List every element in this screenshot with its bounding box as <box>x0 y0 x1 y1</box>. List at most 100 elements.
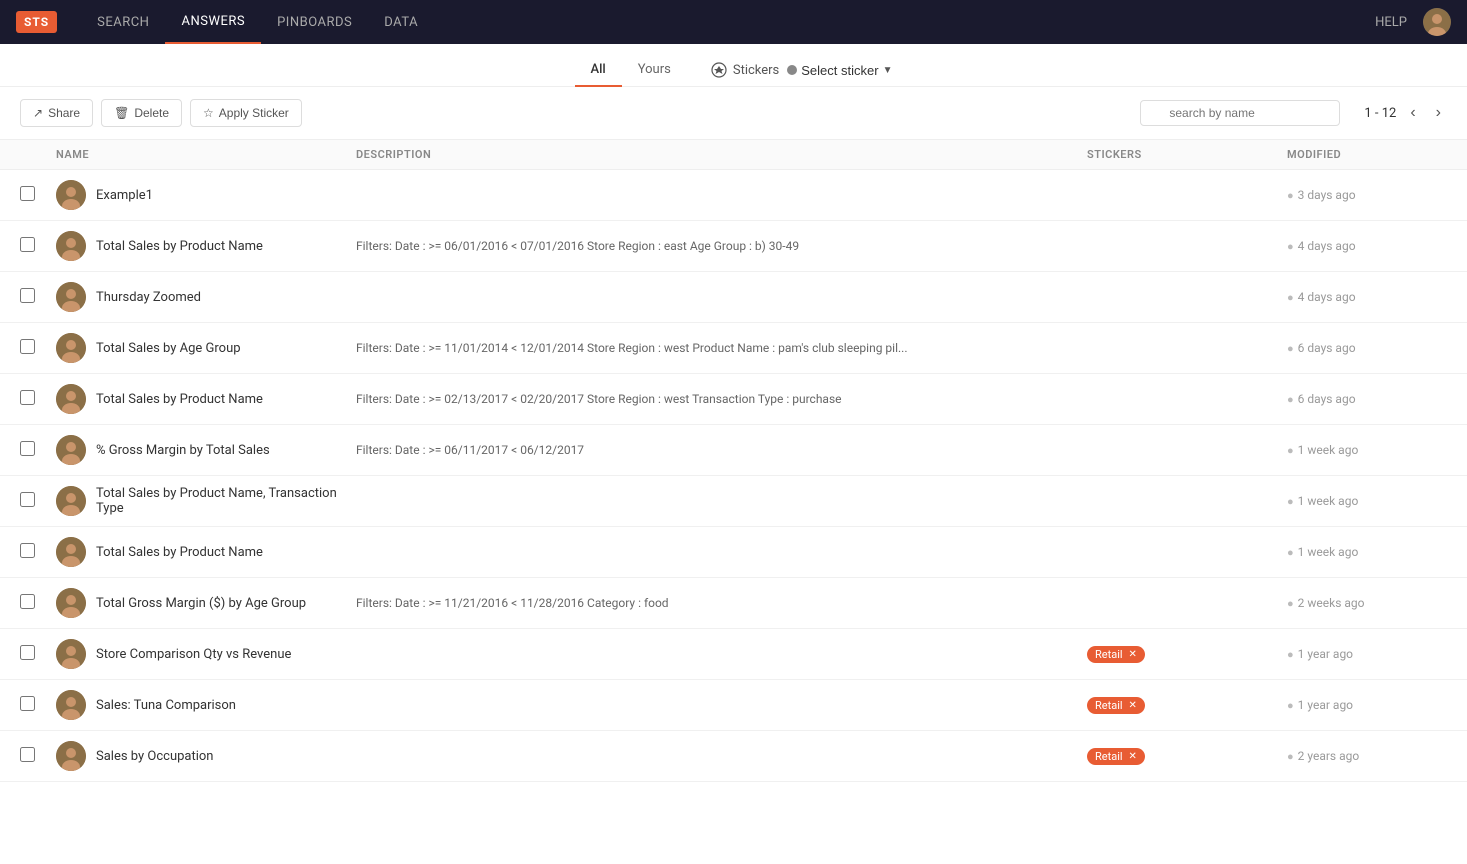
sticker-badge[interactable]: Retail ✕ <box>1087 697 1145 714</box>
row-name[interactable]: Example1 <box>96 188 153 203</box>
answers-table: NAME DESCRIPTION STICKERS MODIFIED Examp… <box>0 140 1467 782</box>
row-checkbox-cell <box>20 594 56 613</box>
search-input[interactable] <box>1140 100 1340 126</box>
remove-sticker-button[interactable]: ✕ <box>1129 649 1137 660</box>
pagination: 1 - 12 ‹ › <box>1364 102 1447 124</box>
sticker-icon <box>711 62 727 78</box>
remove-sticker-button[interactable]: ✕ <box>1129 700 1137 711</box>
sticker-badge[interactable]: Retail ✕ <box>1087 748 1145 765</box>
apply-sticker-button[interactable]: ☆ Apply Sticker <box>190 99 302 127</box>
row-description-cell: Filters: Date : >= 06/11/2017 < 06/12/20… <box>356 443 1087 458</box>
row-name-cell: Total Sales by Product Name <box>56 231 356 261</box>
row-name[interactable]: Total Sales by Age Group <box>96 341 241 356</box>
next-page-button[interactable]: › <box>1430 102 1447 124</box>
tab-all[interactable]: All <box>575 54 622 87</box>
row-avatar <box>56 180 86 210</box>
row-modified-cell: ● 4 days ago <box>1287 239 1447 253</box>
row-checkbox[interactable] <box>20 186 35 201</box>
row-modified: 1 year ago <box>1298 647 1353 661</box>
help-link[interactable]: HELP <box>1375 15 1407 30</box>
nav-search[interactable]: SEARCH <box>81 0 165 44</box>
row-modified-cell: ● 6 days ago <box>1287 341 1447 355</box>
row-name[interactable]: Store Comparison Qty vs Revenue <box>96 647 291 662</box>
clock-icon: ● <box>1287 699 1294 712</box>
row-modified: 1 year ago <box>1298 698 1353 712</box>
table-row: % Gross Margin by Total Sales Filters: D… <box>0 425 1467 476</box>
row-avatar <box>56 486 86 516</box>
delete-button[interactable]: 🗑 Delete <box>101 99 182 127</box>
row-name[interactable]: Sales by Occupation <box>96 749 213 764</box>
row-name-cell: Thursday Zoomed <box>56 282 356 312</box>
table-row: Total Sales by Product Name Filters: Dat… <box>0 221 1467 272</box>
table-row: Total Sales by Product Name, Transaction… <box>0 476 1467 527</box>
row-checkbox[interactable] <box>20 696 35 711</box>
row-checkbox[interactable] <box>20 594 35 609</box>
nav-data[interactable]: DATA <box>368 0 434 44</box>
row-name[interactable]: Total Sales by Product Name <box>96 545 263 560</box>
row-name[interactable]: % Gross Margin by Total Sales <box>96 443 270 458</box>
row-name[interactable]: Sales: Tuna Comparison <box>96 698 236 713</box>
prev-page-button[interactable]: ‹ <box>1404 102 1421 124</box>
user-avatar[interactable] <box>1423 8 1451 36</box>
nav-pinboards[interactable]: PINBOARDS <box>261 0 368 44</box>
clock-icon: ● <box>1287 495 1294 508</box>
row-name[interactable]: Total Sales by Product Name, Transaction… <box>96 486 356 516</box>
share-button[interactable]: ↗ Share <box>20 99 93 127</box>
th-checkbox <box>20 148 56 161</box>
logo: STS <box>16 11 57 33</box>
row-modified: 4 days ago <box>1298 239 1356 253</box>
row-name-cell: Sales: Tuna Comparison <box>56 690 356 720</box>
row-modified: 1 week ago <box>1298 494 1359 508</box>
clock-icon: ● <box>1287 597 1294 610</box>
row-name-cell: Store Comparison Qty vs Revenue <box>56 639 356 669</box>
row-checkbox[interactable] <box>20 492 35 507</box>
row-name-cell: % Gross Margin by Total Sales <box>56 435 356 465</box>
row-checkbox[interactable] <box>20 288 35 303</box>
row-name[interactable]: Total Gross Margin ($) by Age Group <box>96 596 306 611</box>
filter-bar: All Yours Stickers Select sticker ▼ <box>0 44 1467 87</box>
row-checkbox[interactable] <box>20 645 35 660</box>
row-modified: 4 days ago <box>1298 290 1356 304</box>
tab-yours[interactable]: Yours <box>622 54 687 87</box>
row-avatar <box>56 537 86 567</box>
row-checkbox[interactable] <box>20 390 35 405</box>
row-name-cell: Sales by Occupation <box>56 741 356 771</box>
row-checkbox[interactable] <box>20 441 35 456</box>
row-checkbox[interactable] <box>20 747 35 762</box>
th-modified: MODIFIED <box>1287 148 1447 161</box>
row-modified-cell: ● 2 weeks ago <box>1287 596 1447 610</box>
row-avatar <box>56 333 86 363</box>
row-name[interactable]: Total Sales by Product Name <box>96 239 263 254</box>
nav-answers[interactable]: ANSWERS <box>165 0 261 44</box>
row-avatar <box>56 639 86 669</box>
clock-icon: ● <box>1287 648 1294 661</box>
row-checkbox[interactable] <box>20 543 35 558</box>
th-name: NAME <box>56 148 356 161</box>
remove-sticker-button[interactable]: ✕ <box>1129 751 1137 762</box>
clock-icon: ● <box>1287 750 1294 763</box>
clock-icon: ● <box>1287 546 1294 559</box>
row-modified-cell: ● 2 years ago <box>1287 749 1447 763</box>
clock-icon: ● <box>1287 444 1294 457</box>
row-checkbox-cell <box>20 339 56 358</box>
sticker-badge[interactable]: Retail ✕ <box>1087 646 1145 663</box>
row-description-cell: Filters: Date : >= 11/21/2016 < 11/28/20… <box>356 596 1087 611</box>
row-checkbox[interactable] <box>20 237 35 252</box>
row-description-cell: Filters: Date : >= 11/01/2014 < 12/01/20… <box>356 341 1087 356</box>
row-checkbox-cell <box>20 441 56 460</box>
clock-icon: ● <box>1287 393 1294 406</box>
clock-icon: ● <box>1287 240 1294 253</box>
table-row: Store Comparison Qty vs Revenue Retail ✕… <box>0 629 1467 680</box>
row-name[interactable]: Thursday Zoomed <box>96 290 201 305</box>
table-row: Sales by Occupation Retail ✕ ● 2 years a… <box>0 731 1467 782</box>
table-row: Total Sales by Product Name ● 1 week ago <box>0 527 1467 578</box>
row-modified: 1 week ago <box>1298 545 1359 559</box>
table-row: Total Gross Margin ($) by Age Group Filt… <box>0 578 1467 629</box>
share-icon: ↗ <box>33 106 43 120</box>
row-checkbox[interactable] <box>20 339 35 354</box>
sticker-apply-icon: ☆ <box>203 106 214 120</box>
select-sticker-button[interactable]: Select sticker ▼ <box>787 63 892 78</box>
clock-icon: ● <box>1287 342 1294 355</box>
row-name[interactable]: Total Sales by Product Name <box>96 392 263 407</box>
row-stickers-cell: Retail ✕ <box>1087 646 1287 663</box>
